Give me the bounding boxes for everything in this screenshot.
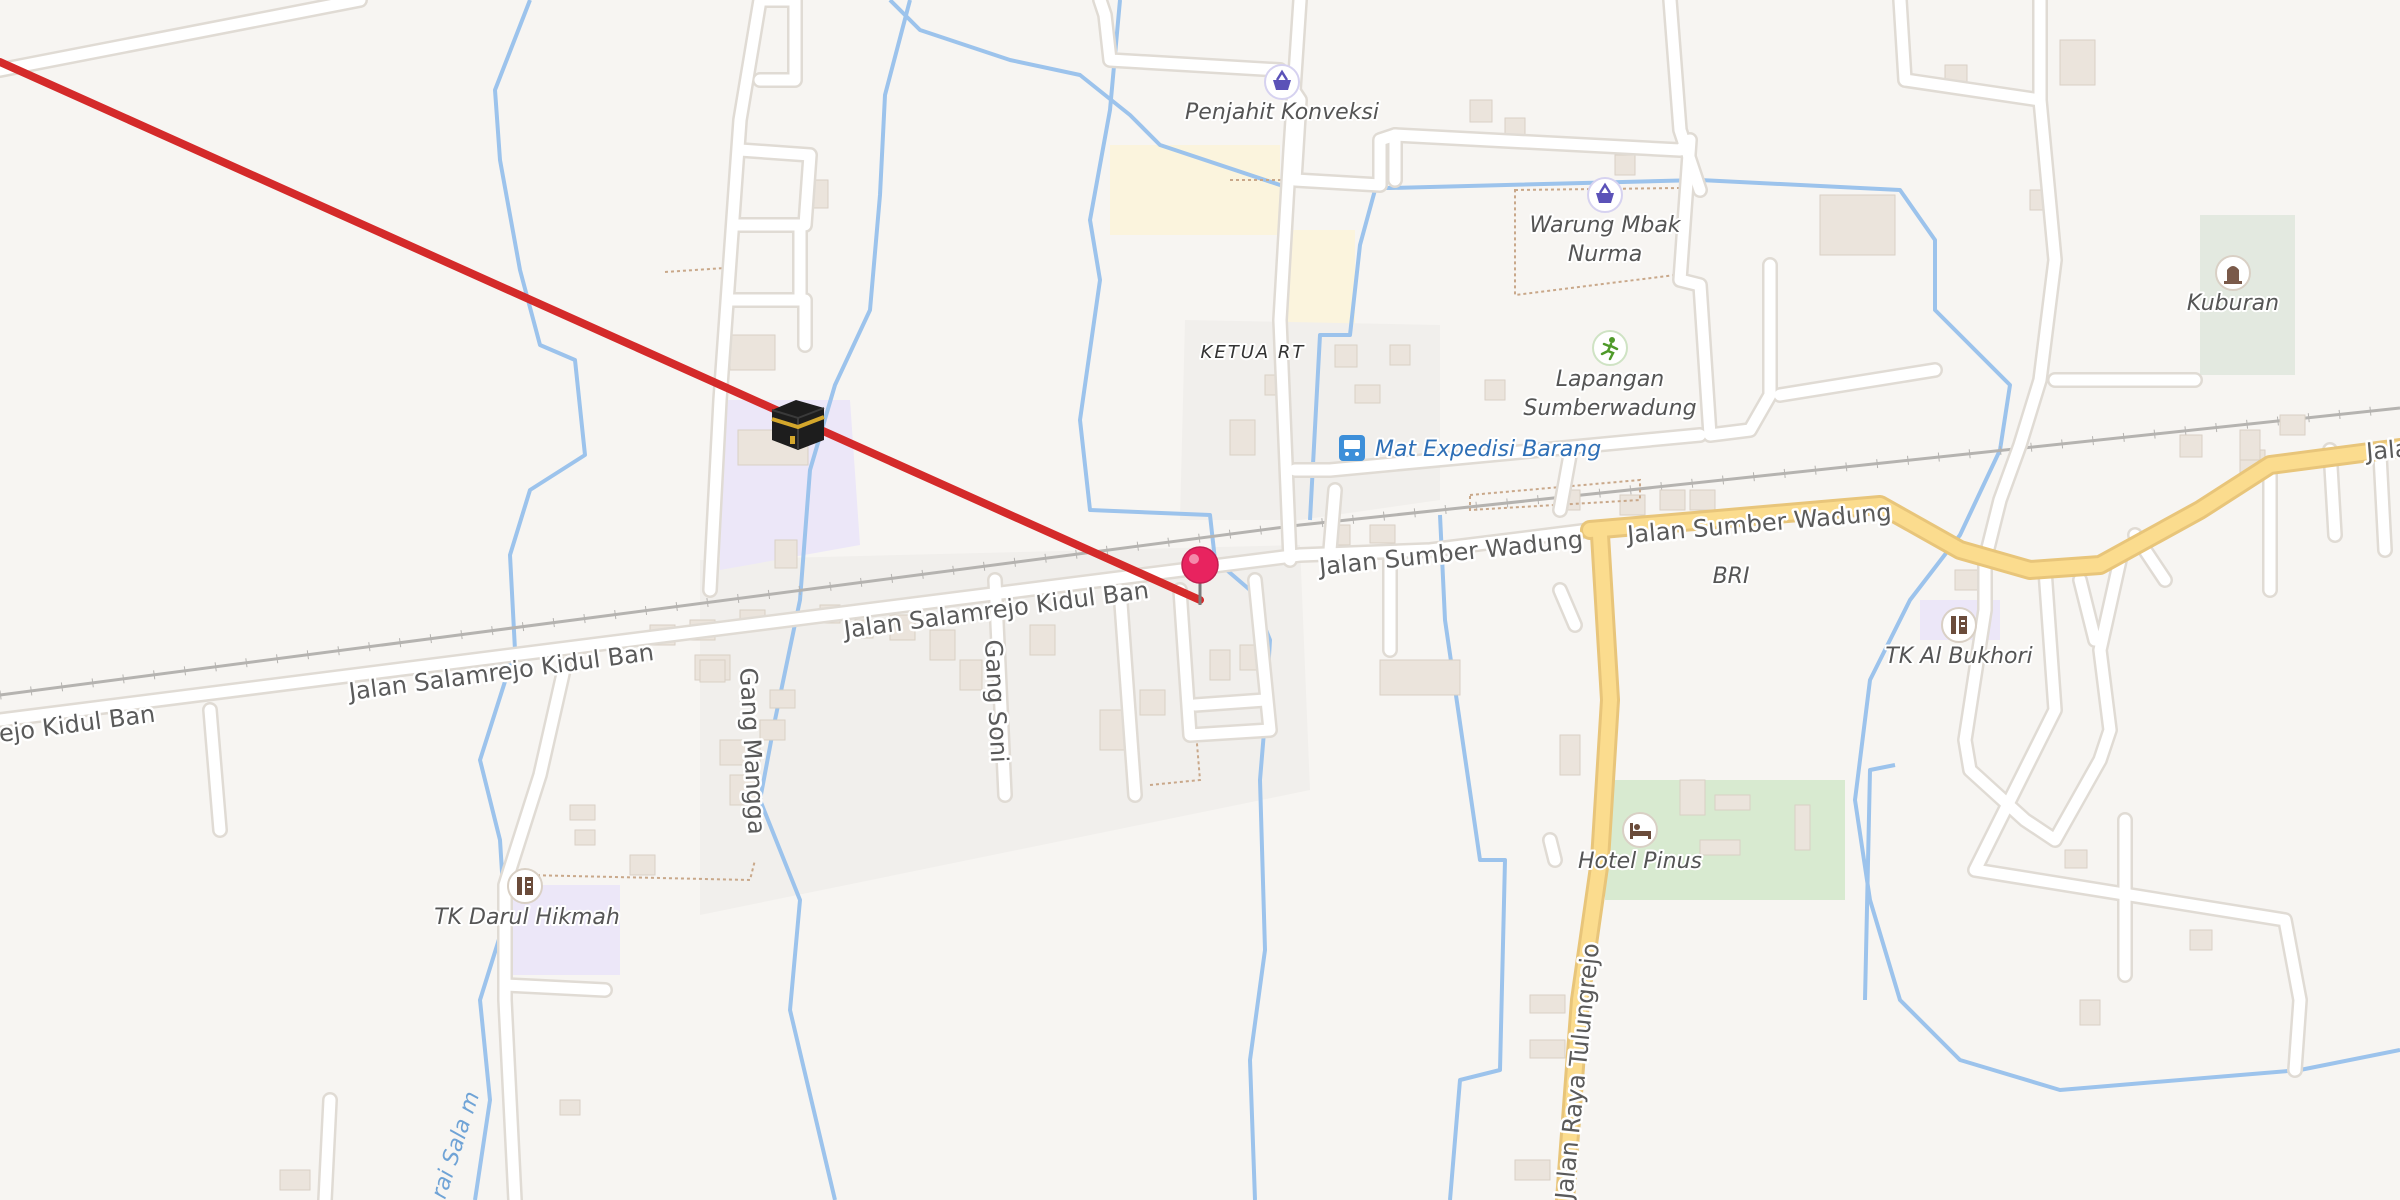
building — [1139, 689, 1166, 716]
poi-label: Warung Mbak — [1529, 213, 1681, 238]
poi-label: Lapangan — [1556, 367, 1665, 392]
building — [699, 659, 726, 683]
building — [1354, 384, 1381, 404]
building — [1619, 494, 1646, 516]
poi-label: TK Al Bukhori — [1885, 644, 2032, 669]
building — [1484, 379, 1506, 401]
building — [2189, 929, 2213, 951]
building — [2239, 429, 2261, 461]
place-label-ketua-rt: KETUA RT — [1201, 342, 1306, 363]
school-icon — [1941, 607, 1977, 643]
building — [1714, 794, 1751, 811]
road — [2374, 449, 2391, 556]
road — [1324, 484, 1341, 556]
building — [2059, 39, 2096, 86]
building — [1529, 1039, 1566, 1059]
building — [2279, 414, 2306, 436]
building — [1029, 624, 1056, 656]
building — [2079, 999, 2101, 1026]
building — [279, 1169, 311, 1191]
building — [1379, 659, 1461, 696]
building — [574, 829, 596, 846]
building — [1679, 779, 1706, 816]
building — [1514, 1159, 1551, 1181]
poi-label: Sumberwadung — [1523, 396, 1696, 421]
building — [729, 334, 776, 371]
poi-label: Hotel Pinus — [1578, 849, 1702, 874]
building — [769, 689, 796, 709]
building — [1794, 804, 1811, 851]
poi-mat-expedisi-barang[interactable]: Mat Expedisi Barang — [1339, 435, 1603, 464]
kaaba-icon[interactable] — [771, 400, 825, 450]
building — [1819, 194, 1896, 256]
building — [1334, 344, 1358, 368]
building — [1369, 524, 1396, 544]
map-canvas[interactable]: Jalan Salamrejo Kidul Ban Jalan Salamrej… — [0, 0, 2400, 1200]
building — [1469, 99, 1493, 123]
poi-label: Mat Expedisi Barang — [1375, 437, 1601, 462]
building — [629, 854, 656, 876]
cemetery-icon — [2215, 255, 2251, 291]
road — [499, 979, 611, 996]
shopping-basket-icon — [1587, 177, 1623, 213]
street-label-jala: Jala — [2363, 434, 2400, 466]
building — [929, 629, 956, 661]
building — [1229, 419, 1256, 456]
building — [559, 1099, 581, 1116]
bus-icon — [1339, 435, 1365, 461]
sports-field-icon — [1592, 330, 1628, 366]
building — [1689, 489, 1716, 511]
shopping-basket-icon — [1264, 64, 1300, 100]
poi-label: Kuburan — [2187, 291, 2279, 316]
building — [569, 804, 596, 821]
building — [2179, 434, 2203, 458]
building — [1699, 839, 1741, 856]
poi-label: Nurma — [1568, 242, 1642, 267]
building — [1559, 734, 1581, 776]
building — [959, 659, 983, 691]
road — [1189, 694, 1271, 711]
bed-icon — [1622, 812, 1658, 848]
building — [1389, 344, 1411, 366]
poi-label: TK Darul Hikmah — [434, 905, 620, 930]
school-icon — [507, 868, 543, 904]
building — [2064, 849, 2088, 869]
poi-label: Penjahit Konveksi — [1185, 100, 1379, 125]
yellow-area — [1285, 230, 1355, 325]
building — [1529, 994, 1566, 1014]
road — [319, 1094, 336, 1200]
building — [774, 539, 798, 569]
building — [1659, 489, 1686, 511]
building — [1614, 154, 1636, 176]
road — [1544, 834, 1561, 866]
place-label-bri[interactable]: BRI — [1711, 562, 1752, 591]
building — [1209, 649, 1231, 681]
